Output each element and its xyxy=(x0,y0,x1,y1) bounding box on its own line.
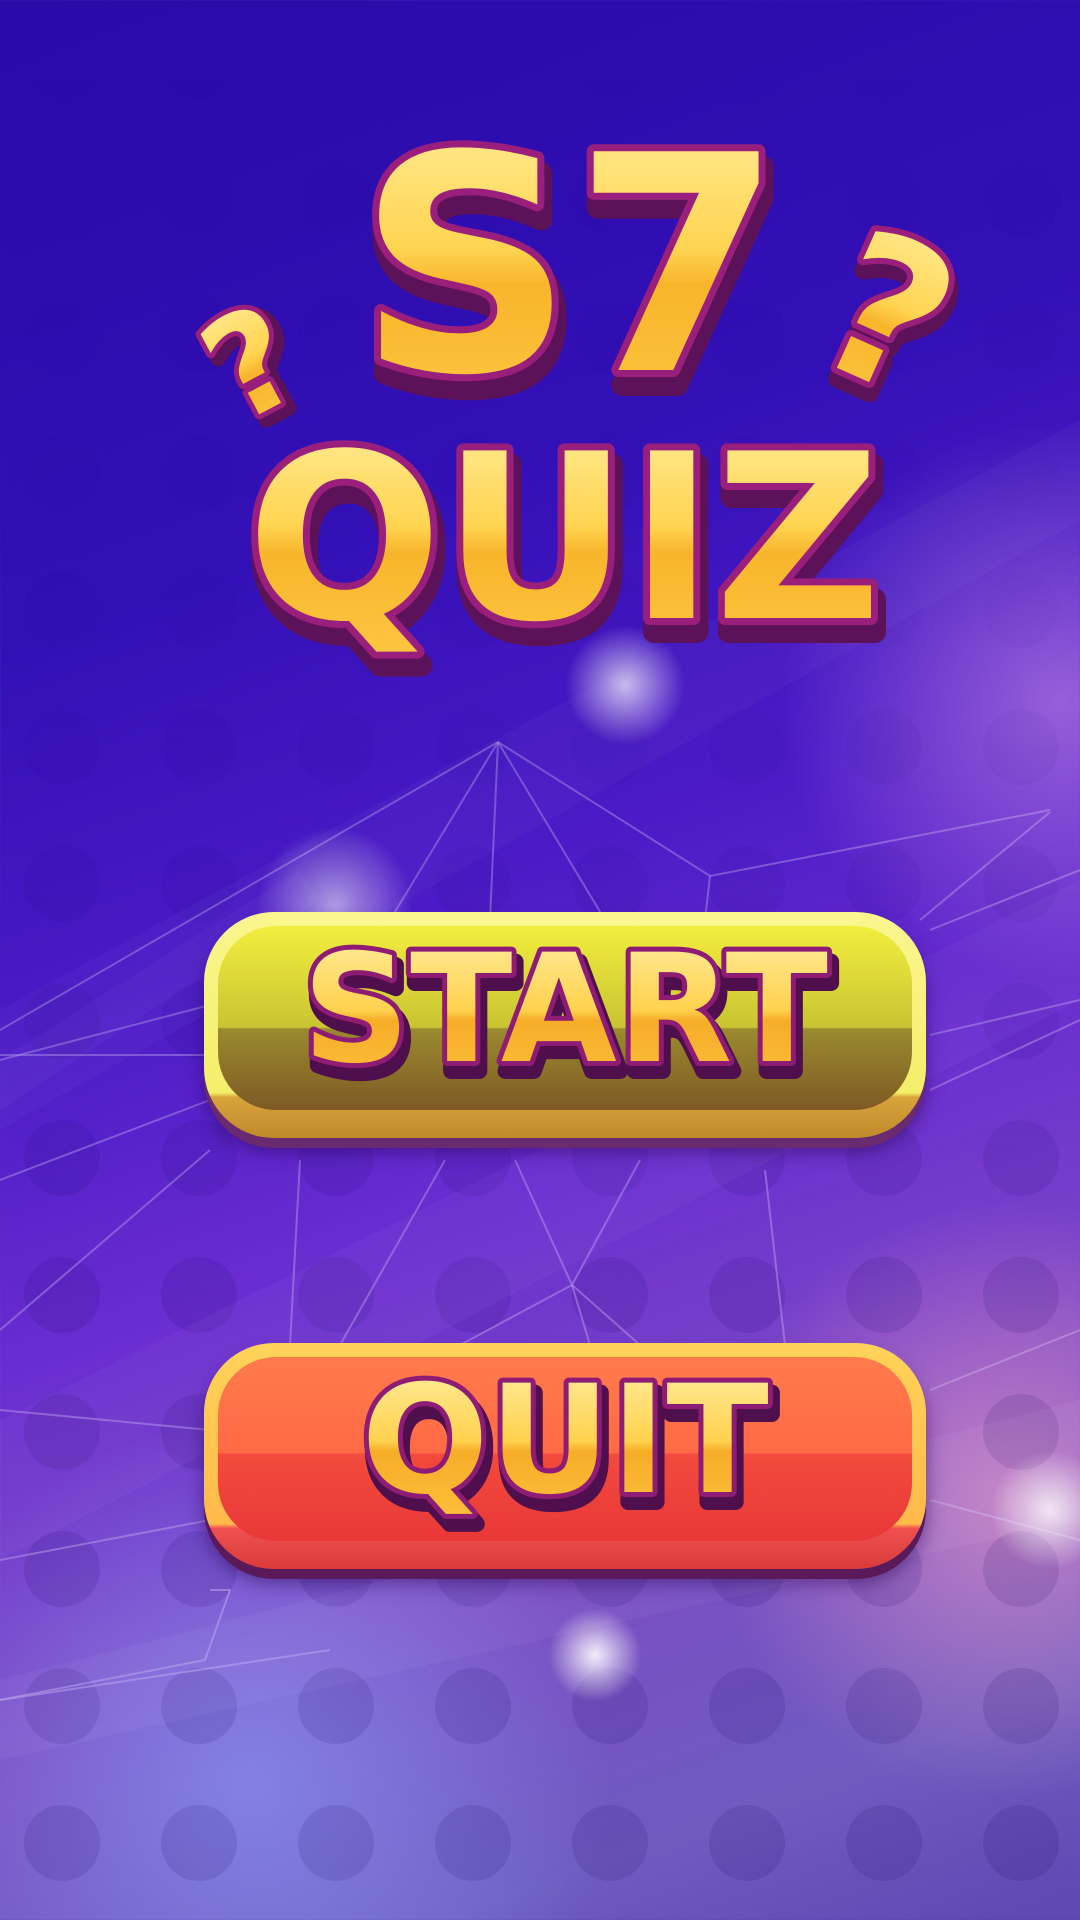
question-mark-icon: ? ? xyxy=(173,269,342,469)
svg-text:QUIZ: QUIZ xyxy=(247,406,882,673)
svg-text:QUIT: QUIT xyxy=(361,1354,768,1528)
svg-text:S7: S7 xyxy=(358,92,783,441)
svg-text:?: ? xyxy=(178,274,326,456)
svg-text:START: START xyxy=(302,923,828,1097)
start-button[interactable]: START START xyxy=(204,912,926,1138)
quit-button-label-wrap: QUIT QUIT xyxy=(204,1343,926,1555)
quit-button-label: QUIT QUIT xyxy=(356,1349,780,1546)
logo-line-quiz: QUIZ QUIZ xyxy=(240,399,897,698)
quit-button[interactable]: QUIT QUIT xyxy=(204,1343,926,1569)
start-button-label: START START xyxy=(297,918,840,1115)
logo-line-s7: S7 S7 xyxy=(351,85,798,467)
question-mark-icon: ? ? xyxy=(778,179,997,465)
start-button-label-wrap: START START xyxy=(204,912,926,1124)
game-logo: S7 S7 QUIZ QUIZ ? ? ? ? xyxy=(173,85,997,698)
svg-text:?: ? xyxy=(786,185,987,445)
